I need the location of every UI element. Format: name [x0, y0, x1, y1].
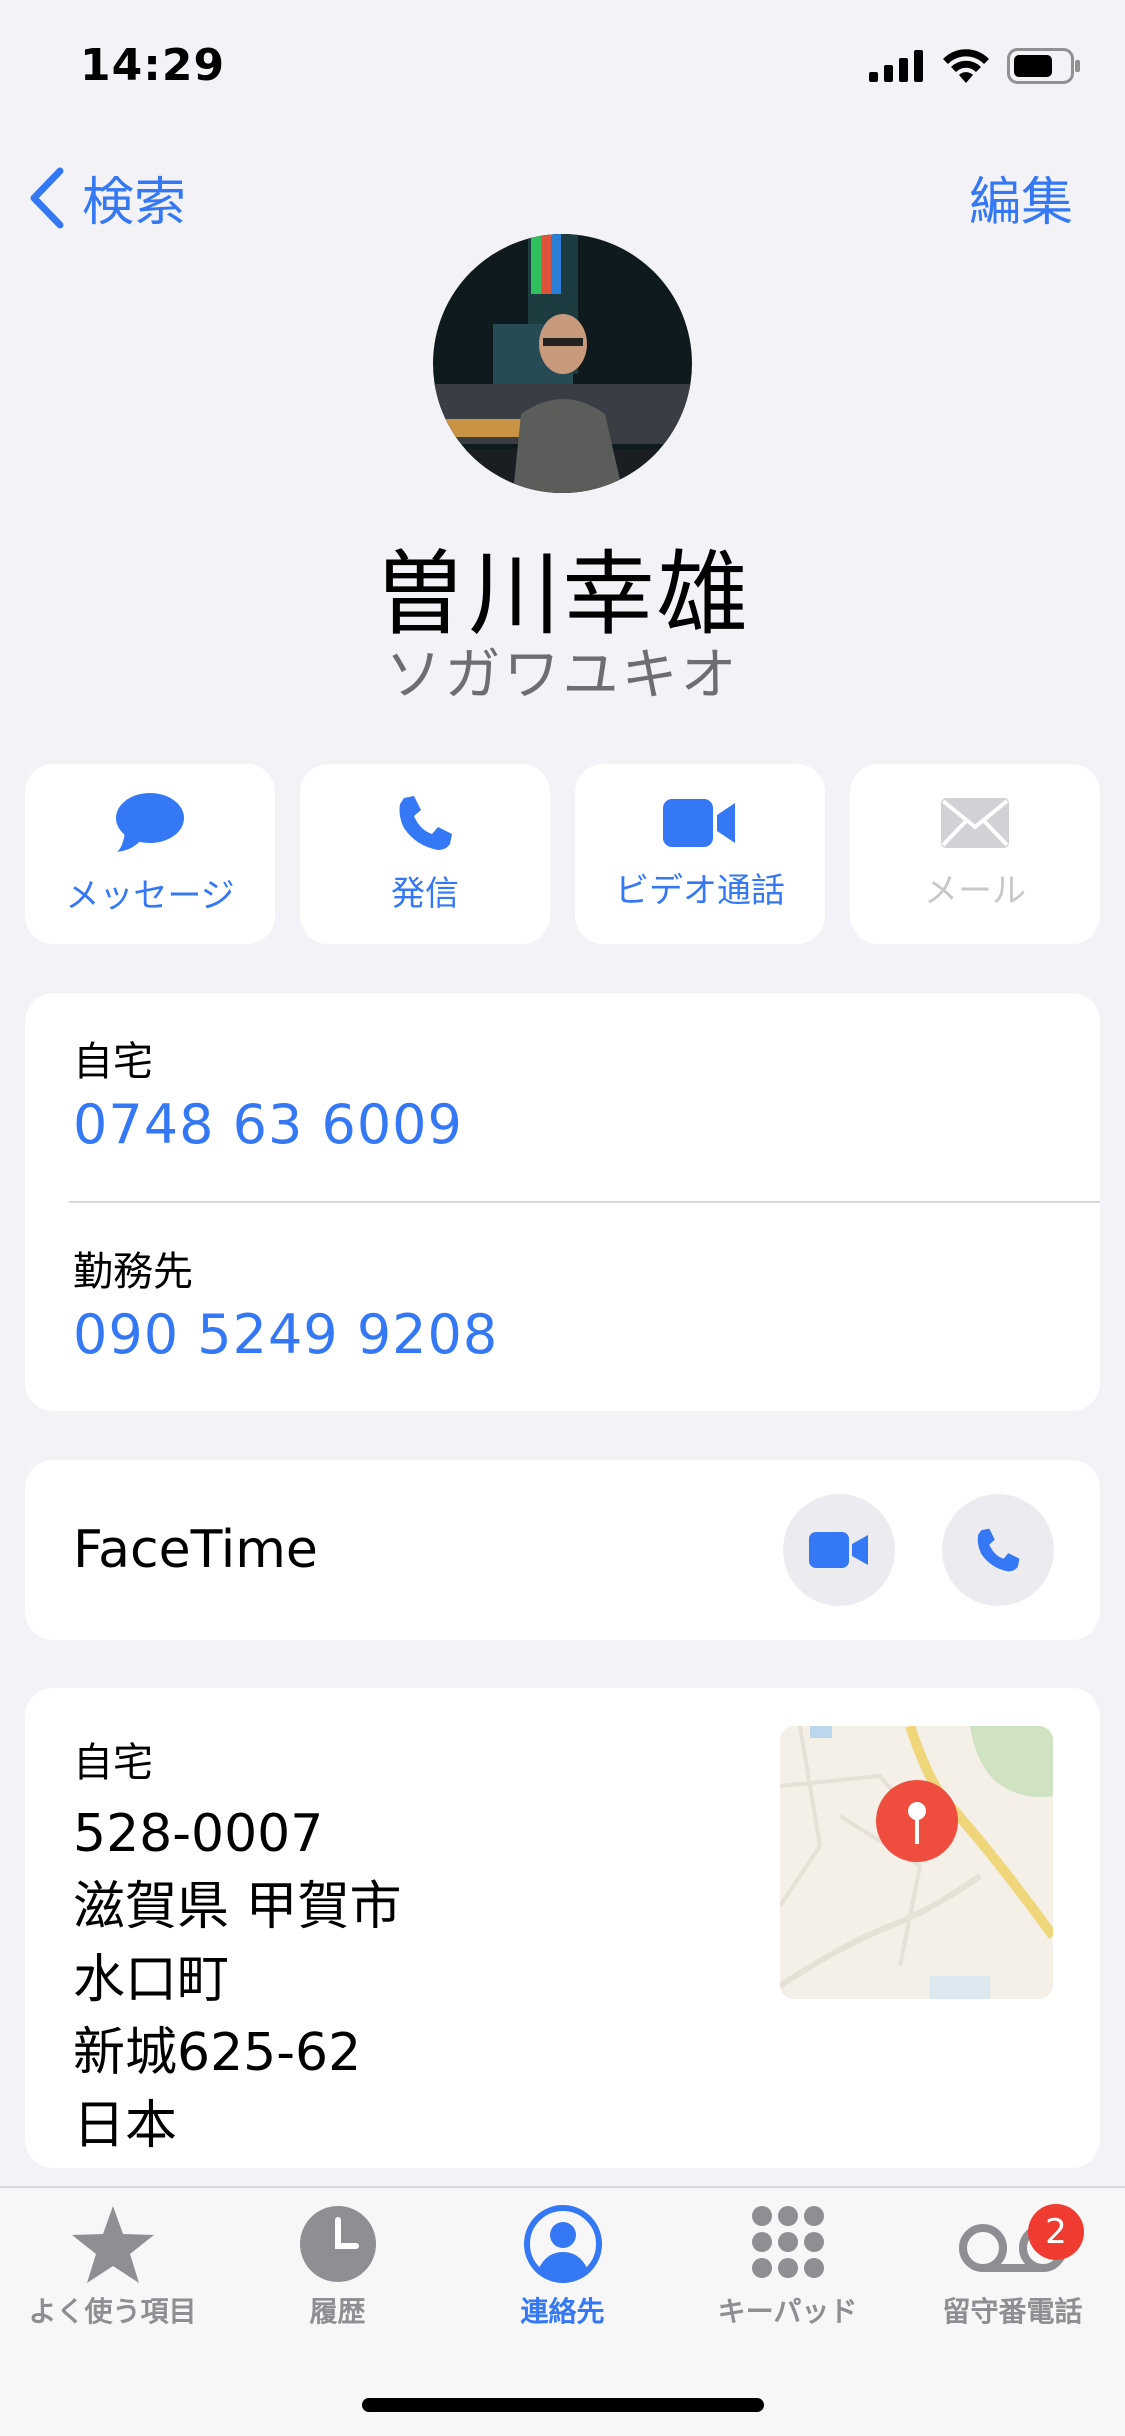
tab-label: 連絡先 — [520, 2295, 605, 2328]
map-pin-icon — [876, 1780, 958, 1862]
video-call-button-label: ビデオ通話 — [615, 870, 785, 911]
status-icons — [869, 48, 1081, 84]
phone-icon — [977, 1528, 1020, 1572]
address-line: 日本 — [73, 2096, 178, 2156]
clock-icon — [299, 2206, 376, 2282]
facetime-label: FaceTime — [73, 1520, 318, 1580]
contact-avatar[interactable] — [433, 234, 692, 493]
divider — [69, 1201, 1100, 1203]
address-line: 528-0007 — [73, 1804, 324, 1864]
mail-button-label: メール — [924, 870, 1026, 911]
phone-label-work: 勤務先 — [73, 1249, 193, 1295]
edit-button[interactable]: 編集 — [969, 160, 1073, 235]
phone-number-work[interactable]: 090 5249 9208 — [73, 1303, 498, 1366]
battery-icon — [1007, 48, 1080, 84]
envelope-icon — [941, 797, 1009, 848]
tab-keypad[interactable]: キーパッド — [675, 2204, 900, 2330]
keypad-icon — [751, 2206, 824, 2278]
tab-voicemail[interactable]: 2 留守番電話 — [900, 2204, 1125, 2330]
tab-favorites[interactable]: よく使う項目 — [0, 2204, 225, 2330]
back-button-label: 検索 — [82, 173, 187, 233]
message-bubble-icon — [116, 792, 184, 852]
home-indicator[interactable] — [362, 2398, 764, 2412]
cellular-signal-icon — [869, 50, 923, 82]
phone-icon — [399, 795, 452, 850]
voicemail-badge: 2 — [1028, 2204, 1084, 2260]
tab-recents[interactable]: 履歴 — [225, 2204, 450, 2330]
wifi-icon — [943, 49, 989, 83]
address-label: 自宅 — [73, 1740, 153, 1786]
quick-actions: メッセージ 発信 ビデオ通話 メール — [25, 764, 1100, 944]
facetime-audio-button[interactable] — [942, 1494, 1054, 1606]
tab-label: キーパッド — [717, 2295, 858, 2328]
message-button-label: メッセージ — [65, 875, 235, 916]
video-camera-icon — [809, 1532, 868, 1568]
status-time: 14:29 — [80, 40, 226, 91]
address-line: 水口町 — [73, 1950, 230, 2010]
video-call-button[interactable]: ビデオ通話 — [575, 764, 825, 944]
back-button[interactable]: 検索 — [28, 160, 186, 235]
facetime-card: FaceTime — [25, 1460, 1100, 1640]
status-bar: 14:29 — [0, 0, 1125, 140]
mail-button[interactable]: メール — [850, 764, 1100, 944]
phone-label-home: 自宅 — [73, 1039, 153, 1085]
call-button-label: 発信 — [391, 873, 459, 914]
phone-numbers-card: 自宅 0748 63 6009 勤務先 090 5249 9208 — [25, 993, 1100, 1411]
call-button[interactable]: 発信 — [300, 764, 550, 944]
tab-contacts[interactable]: 連絡先 — [450, 2204, 675, 2330]
star-icon — [71, 2206, 154, 2283]
message-button[interactable]: メッセージ — [25, 764, 275, 944]
tab-label: 履歴 — [309, 2295, 366, 2328]
address-line: 滋賀県 甲賀市 — [73, 1877, 402, 1937]
tab-label: 留守番電話 — [942, 2295, 1083, 2328]
phone-number-home[interactable]: 0748 63 6009 — [73, 1093, 463, 1156]
address-map-thumbnail[interactable] — [780, 1726, 1053, 1999]
contact-kana: ソガワユキオ — [385, 643, 740, 708]
tab-label: よく使う項目 — [28, 2295, 197, 2328]
person-circle-icon — [523, 2205, 602, 2283]
chevron-left-icon — [30, 167, 64, 228]
video-camera-icon — [663, 798, 735, 847]
facetime-video-button[interactable] — [783, 1494, 895, 1606]
address-card[interactable]: 自宅 528-0007 滋賀県 甲賀市 水口町 新城625-62 日本 — [25, 1688, 1100, 2168]
address-lines: 528-0007 滋賀県 甲賀市 水口町 新城625-62 日本 — [73, 1798, 402, 2163]
address-line: 新城625-62 — [73, 2023, 362, 2083]
